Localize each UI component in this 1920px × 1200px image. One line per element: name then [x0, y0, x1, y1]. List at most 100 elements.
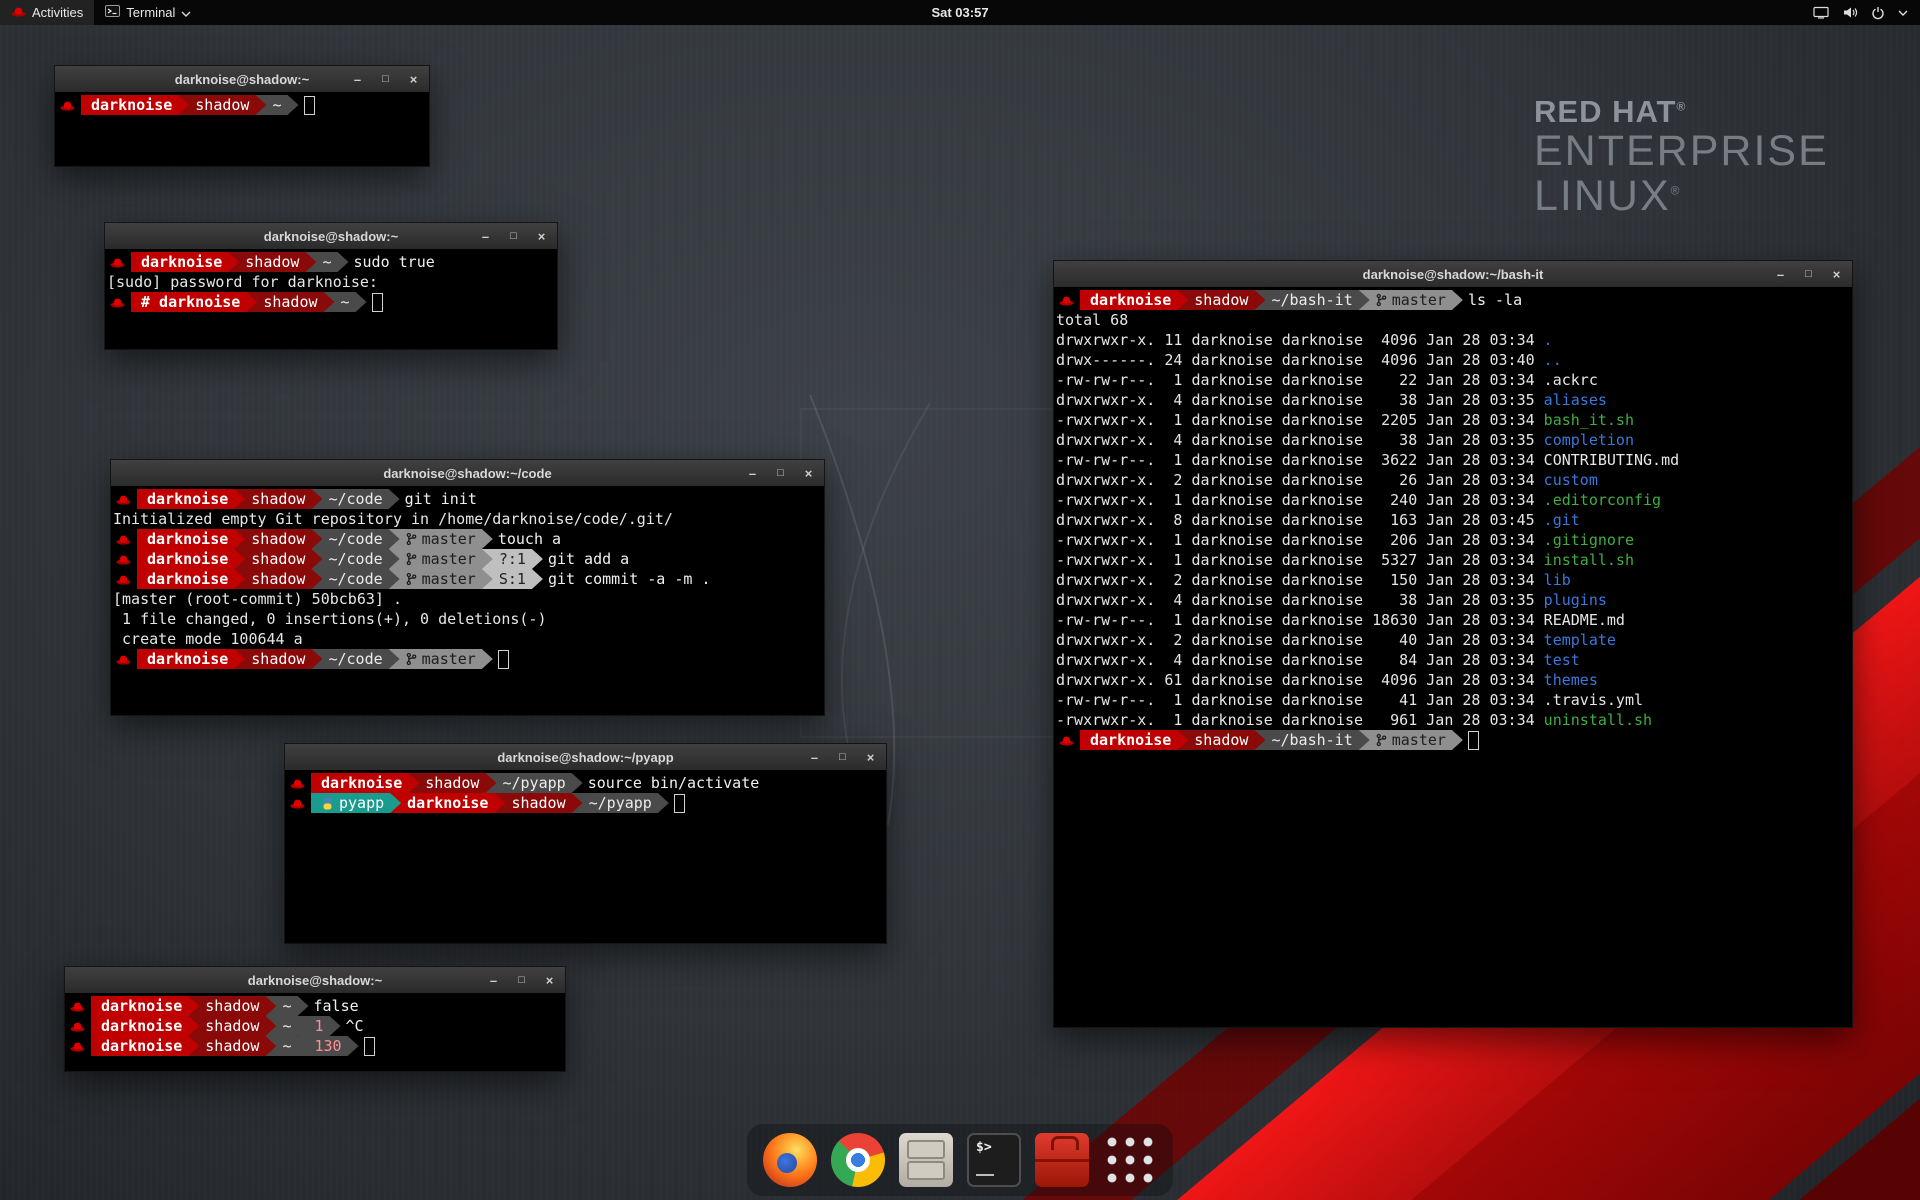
- terminal-window[interactable]: darknoise@shadow:~–□×darknoiseshadow~: [54, 65, 430, 167]
- terminal-window[interactable]: darknoise@shadow:~/pyapp–□×darknoiseshad…: [284, 743, 887, 944]
- prompt-segment-user: darknoise: [311, 773, 419, 793]
- redhat-icon: [110, 296, 125, 308]
- dock-toolbox-icon[interactable]: [1035, 1133, 1089, 1187]
- output-text: bash_it.sh: [1544, 411, 1634, 429]
- window-titlebar[interactable]: darknoise@shadow:~/code–□×: [111, 460, 824, 487]
- prompt-segment-host: shadow: [188, 996, 276, 1016]
- window-minimize-button[interactable]: –: [479, 230, 492, 243]
- window-minimize-button[interactable]: –: [1774, 268, 1787, 281]
- terminal-line: drwx------. 24 darknoise darknoise 4096 …: [1056, 350, 1850, 370]
- volume-icon[interactable]: [1842, 6, 1858, 19]
- window-maximize-button[interactable]: □: [774, 468, 787, 479]
- prompt-segment-user: darknoise: [1080, 730, 1188, 750]
- terminal-line: darknoiseshadow~/bash-itmaster: [1056, 730, 1850, 750]
- command-text: sudo true: [354, 253, 435, 271]
- window-minimize-button[interactable]: –: [808, 751, 821, 764]
- power-icon[interactable]: [1871, 6, 1885, 20]
- terminal-line: pyappdarknoiseshadow~/pyapp: [287, 793, 884, 813]
- terminal-body[interactable]: darknoiseshadow~falsedarknoiseshadow~1^C…: [65, 993, 565, 1071]
- window-maximize-button[interactable]: □: [836, 752, 849, 763]
- window-close-button[interactable]: ×: [535, 230, 548, 243]
- window-close-button[interactable]: ×: [1830, 268, 1843, 281]
- window-title: darknoise@shadow:~: [264, 229, 398, 244]
- prompt-segment-git: master: [389, 569, 493, 589]
- git-branch-icon: [406, 552, 417, 566]
- window-titlebar[interactable]: darknoise@shadow:~/pyapp–□×: [285, 744, 886, 771]
- prompt-segment-git: master: [1359, 290, 1463, 310]
- redhat-icon: [1059, 294, 1074, 306]
- dock-firefox-icon[interactable]: [763, 1133, 817, 1187]
- prompt-segment-path: ~/code: [311, 529, 399, 549]
- output-text: -rw-rw-r--. 1 darknoise darknoise 41 Jan…: [1056, 691, 1544, 709]
- command-text: ls -la: [1468, 291, 1522, 309]
- dock: [747, 1124, 1173, 1196]
- terminal-line: darknoiseshadow~130: [67, 1036, 563, 1056]
- prompt-segment-user: darknoise: [137, 569, 245, 589]
- terminal-app-icon: [105, 5, 120, 20]
- output-text: drwxrwxr-x. 4 darknoise darknoise 38 Jan…: [1056, 591, 1544, 609]
- window-titlebar[interactable]: darknoise@shadow:~/bash-it–□×: [1054, 261, 1852, 288]
- terminal-window[interactable]: darknoise@shadow:~ – □ × darknoiseshadow~sud…: [104, 222, 558, 350]
- window-minimize-button[interactable]: –: [351, 73, 364, 86]
- prompt-segment-user: darknoise: [390, 793, 505, 813]
- redhat-icon: [60, 99, 75, 111]
- window-close-button[interactable]: ×: [802, 467, 815, 480]
- window-maximize-button[interactable]: □: [379, 74, 392, 85]
- dock-file-manager-icon[interactable]: [899, 1133, 953, 1187]
- prompt-segment-host: shadow: [1177, 290, 1265, 310]
- output-text: CONTRIBUTING.md: [1544, 451, 1679, 469]
- window-titlebar[interactable]: darknoise@shadow:~–□×: [55, 66, 429, 93]
- git-branch-icon: [406, 572, 417, 586]
- output-text: .git: [1544, 511, 1580, 529]
- prompt-segment-git: master: [389, 529, 493, 549]
- window-maximize-button[interactable]: □: [507, 231, 520, 242]
- dock-terminal-icon[interactable]: [967, 1133, 1021, 1187]
- prompt-segment-user: darknoise: [131, 252, 239, 272]
- clock[interactable]: Sat 03:57: [931, 5, 988, 20]
- prompt-segment-git: master: [389, 649, 493, 669]
- terminal-cursor: [674, 794, 685, 813]
- terminal-body[interactable]: darknoiseshadow~/pyappsource bin/activat…: [285, 770, 886, 943]
- terminal-body[interactable]: darknoiseshadow~/bash-itmasterls -latota…: [1054, 287, 1852, 1027]
- output-text: 1 file changed, 0 insertions(+), 0 delet…: [113, 610, 546, 628]
- display-icon[interactable]: [1813, 6, 1829, 19]
- terminal-line: drwxrwxr-x. 2 darknoise darknoise 150 Ja…: [1056, 570, 1850, 590]
- window-maximize-button[interactable]: □: [1802, 269, 1815, 280]
- activities-button[interactable]: Activities: [0, 0, 94, 25]
- system-status-area: [1813, 0, 1920, 25]
- window-titlebar[interactable]: darknoise@shadow:~–□×: [65, 967, 565, 994]
- output-text: .travis.yml: [1544, 691, 1643, 709]
- terminal-body[interactable]: darknoiseshadow~sudo true[sudo] password…: [105, 249, 557, 349]
- terminal-line: drwxrwxr-x. 2 darknoise darknoise 40 Jan…: [1056, 630, 1850, 650]
- window-minimize-button[interactable]: –: [487, 974, 500, 987]
- window-minimize-button[interactable]: –: [746, 467, 759, 480]
- window-close-button[interactable]: ×: [407, 73, 420, 86]
- terminal-line: darknoiseshadow~/codemastertouch a: [113, 529, 822, 549]
- window-close-button[interactable]: ×: [864, 751, 877, 764]
- prompt-segment-user: darknoise: [137, 649, 245, 669]
- prompt-segment-user: # darknoise: [131, 292, 257, 312]
- window-titlebar[interactable]: darknoise@shadow:~ – □ ×: [105, 223, 557, 250]
- top-bar: Activities Terminal Sat 03:57: [0, 0, 1920, 25]
- dock-chrome-icon[interactable]: [831, 1133, 885, 1187]
- terminal-line: -rw-rw-r--. 1 darknoise darknoise 3622 J…: [1056, 450, 1850, 470]
- terminal-window[interactable]: darknoise@shadow:~/bash-it–□×darknoisesh…: [1053, 260, 1853, 1028]
- terminal-line: -rwxrwxr-x. 1 darknoise darknoise 240 Ja…: [1056, 490, 1850, 510]
- terminal-line: drwxrwxr-x. 11 darknoise darknoise 4096 …: [1056, 330, 1850, 350]
- app-menu-terminal[interactable]: Terminal: [94, 0, 202, 25]
- terminal-body[interactable]: darknoiseshadow~/codegit initInitialized…: [111, 486, 824, 715]
- terminal-body[interactable]: darknoiseshadow~: [55, 92, 429, 166]
- window-close-button[interactable]: ×: [543, 974, 556, 987]
- prompt-segment-user: darknoise: [91, 996, 199, 1016]
- terminal-line: 1 file changed, 0 insertions(+), 0 delet…: [113, 609, 822, 629]
- output-text: Initialized empty Git repository in /hom…: [113, 510, 673, 528]
- terminal-window[interactable]: darknoise@shadow:~–□×darknoiseshadow~fal…: [64, 966, 566, 1072]
- rhel-logo-linux: LINUX®: [1534, 174, 1829, 219]
- prompt-segment-path: ~/code: [311, 569, 399, 589]
- chevron-down-icon[interactable]: [1898, 10, 1908, 16]
- dock-app-grid-icon[interactable]: [1103, 1133, 1157, 1187]
- prompt-segment-path: ~/pyapp: [572, 793, 669, 813]
- window-maximize-button[interactable]: □: [515, 975, 528, 986]
- terminal-line: create mode 100644 a: [113, 629, 822, 649]
- terminal-window[interactable]: darknoise@shadow:~/code–□×darknoiseshado…: [110, 459, 825, 716]
